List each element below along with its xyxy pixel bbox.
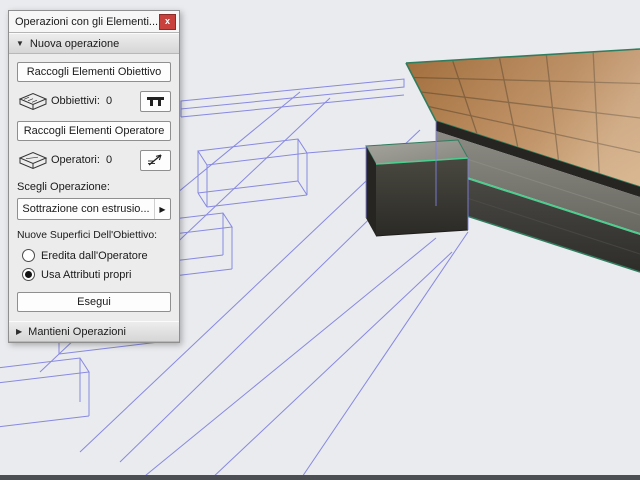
radio-inherit-label: Eredita dall'Operatore bbox=[41, 249, 148, 262]
section-mantieni-label: Mantieni Operazioni bbox=[28, 325, 126, 338]
chevron-down-icon: ▼ bbox=[16, 38, 24, 48]
pen-arrow-icon bbox=[148, 154, 162, 166]
collect-operator-button[interactable]: Raccogli Elementi Operatore bbox=[17, 121, 171, 141]
operator-counter: Operatori: 0 bbox=[49, 154, 140, 166]
pick-target-button[interactable] bbox=[140, 90, 171, 112]
choose-operation-label: Scegli Operazione: bbox=[17, 181, 110, 193]
operator-counter-value: 0 bbox=[106, 154, 113, 166]
close-icon[interactable]: x bbox=[159, 13, 176, 30]
section-nuova-label: Nuova operazione bbox=[29, 37, 120, 50]
palette-content: Raccogli Elementi Obiettivo Obbiettivi: … bbox=[9, 54, 179, 321]
palette-title: Operazioni con gli Elementi... bbox=[15, 15, 159, 28]
palette-titlebar[interactable]: Operazioni con gli Elementi... x bbox=[9, 11, 179, 33]
new-surfaces-label: Nuove Superfici Dell'Obiettivo: bbox=[17, 230, 158, 241]
operator-counter-label: Operatori: bbox=[51, 154, 100, 166]
radio-icon bbox=[22, 249, 35, 262]
target-elements-icon bbox=[18, 92, 48, 111]
radio-own-label: Usa Attributi propri bbox=[41, 268, 132, 281]
section-nuova-operazione[interactable]: ▼ Nuova operazione bbox=[9, 33, 179, 54]
radio-use-own-attributes[interactable]: Usa Attributi propri bbox=[22, 268, 171, 281]
target-counter-row: Obbiettivi: 0 bbox=[17, 90, 171, 112]
target-counter-label: Obbiettivi: bbox=[51, 95, 100, 107]
chevron-right-icon: ▶ bbox=[16, 326, 23, 336]
operator-counter-row: Operatori: 0 bbox=[17, 149, 171, 171]
dropdown-arrow-icon: ▶ bbox=[154, 199, 170, 219]
pick-operator-button[interactable] bbox=[140, 149, 171, 171]
solid-operations-palette: Operazioni con gli Elementi... x ▼ Nuova… bbox=[8, 10, 180, 343]
window-bottom-edge bbox=[0, 475, 640, 480]
target-counter-value: 0 bbox=[106, 95, 113, 107]
operation-dropdown[interactable]: Sottrazione con estrusio... ▶ bbox=[17, 198, 171, 220]
execute-button[interactable]: Esegui bbox=[17, 292, 171, 312]
operation-dropdown-value: Sottrazione con estrusio... bbox=[22, 203, 150, 215]
section-mantieni-operazioni[interactable]: ▶ Mantieni Operazioni bbox=[9, 321, 179, 342]
bench-icon bbox=[147, 97, 164, 106]
radio-icon bbox=[22, 268, 35, 281]
operator-elements-icon bbox=[18, 151, 48, 170]
step-front-face bbox=[376, 158, 468, 236]
radio-inherit-operator[interactable]: Eredita dall'Operatore bbox=[22, 249, 171, 262]
target-counter: Obbiettivi: 0 bbox=[49, 95, 140, 107]
collect-target-button[interactable]: Raccogli Elementi Obiettivo bbox=[17, 62, 171, 82]
